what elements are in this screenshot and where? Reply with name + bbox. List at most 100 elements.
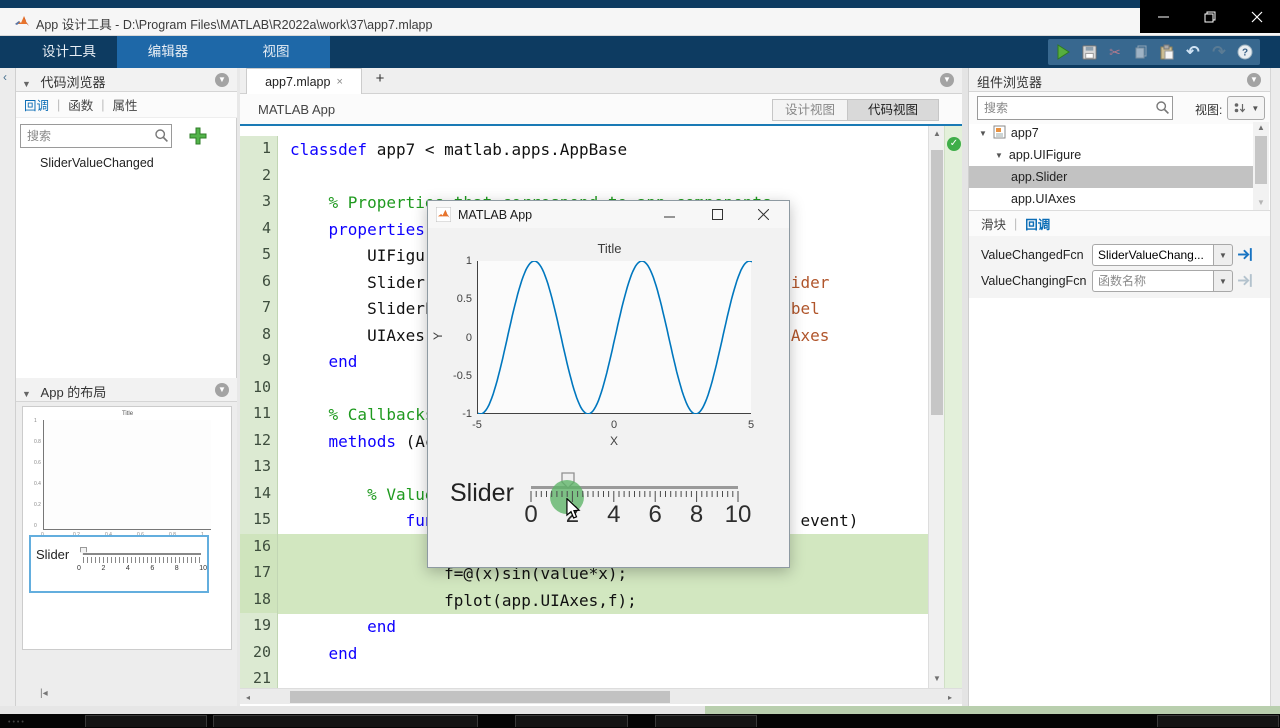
collapse-triangle-icon[interactable]: ▼ [22,389,31,399]
go-to-callback-icon[interactable] [1237,246,1255,264]
matlab-app-window[interactable]: MATLAB App Title 1 0.5 0 -0.5 -1 -5 0 5 X Y Sl… [427,200,790,568]
popup-maximize-button[interactable] [704,204,730,225]
code-line-19[interactable]: 19 end [240,613,928,640]
callback-list-item[interactable]: SliderValueChanged [40,156,154,170]
mouse-cursor-icon [566,497,581,524]
line-number: 18 [240,586,278,614]
code-line-2[interactable]: 2 [240,162,928,190]
scroll-left-icon[interactable]: ◂ [240,693,256,702]
vertical-scrollbar[interactable]: ▲ ▼ [928,126,944,688]
new-tab-button[interactable]: + [370,70,390,87]
tree-item-label: app7 [1010,126,1039,140]
panel-menu-icon[interactable]: ▼ [215,73,229,87]
os-window-controls [1140,0,1280,33]
code-browser-title: 代码浏览器 [40,75,106,90]
collapse-bottom-icon[interactable]: |◂ [40,688,48,699]
add-callback-button[interactable] [188,126,208,151]
panel-menu-icon[interactable]: ▼ [215,383,229,397]
os-restore-button[interactable] [1195,6,1225,28]
sine-curve [477,260,753,415]
chevron-down-icon[interactable]: ▼ [1213,244,1233,266]
tab-callbacks[interactable]: 回调 [1025,214,1050,233]
undo-icon[interactable]: ↶ [1182,42,1204,62]
line-number: 8 [240,321,278,349]
tree-scrollbar[interactable]: ▲ ▼ [1253,122,1269,212]
ValueChangingFcn-dropdown[interactable]: 函数名称 [1092,270,1213,292]
panel-menu-icon[interactable]: ▼ [1247,73,1261,87]
scroll-down-icon[interactable]: ▼ [929,674,945,683]
scroll-up-icon[interactable]: ▲ [929,129,945,138]
plot-axes [477,260,753,415]
ribbon-tab-view[interactable]: 视图 [240,36,312,68]
popup-close-button[interactable] [750,204,776,225]
scroll-down-icon[interactable]: ▼ [1253,198,1269,207]
ribbon-tab-designer[interactable]: 设计工具 [24,36,114,68]
line-number: 12 [240,427,278,455]
component-search-input[interactable] [977,96,1173,120]
code-browser-search-row [16,120,237,152]
code-line-20[interactable]: 20 end [240,639,928,667]
collapse-left-icon[interactable]: ‹ [3,70,7,84]
horizontal-scrollbar[interactable]: ◂ ▸ [240,688,962,704]
chevron-down-icon[interactable]: ▼ [1213,270,1233,292]
view-mode-dropdown[interactable]: ▼ [1227,96,1265,120]
tab-properties[interactable]: 属性 [113,95,138,114]
run-icon[interactable] [1052,42,1074,62]
tab-slider[interactable]: 滑块 [981,214,1006,233]
code-line-1[interactable]: 1 classdef app7 < matlab.apps.AppBase [240,136,928,163]
expander-icon[interactable]: ▼ [995,151,1003,160]
taskbar-button[interactable] [655,715,757,727]
save-icon[interactable] [1078,42,1100,62]
scroll-up-icon[interactable]: ▲ [1253,123,1269,132]
popup-minimize-button[interactable] [656,204,682,225]
copy-icon[interactable] [1130,42,1152,62]
paste-icon[interactable] [1156,42,1178,62]
go-to-callback-icon[interactable] [1237,272,1255,290]
code-analyzer-bar: ✓ [944,126,962,688]
component-detail-tabs: 滑块 | 回调 [969,210,1271,236]
collapse-triangle-icon[interactable]: ▼ [22,79,31,89]
desktop-strip [705,706,1280,714]
code-line-21[interactable]: 21 [240,666,928,688]
code-line-18[interactable]: 18 fplot(app.UIAxes,f); [240,586,928,614]
mini-slider-thumbnail[interactable]: Slider 0 2 4 6 8 10 [29,535,209,593]
os-minimize-button[interactable] [1148,6,1178,28]
taskbar-button[interactable] [85,715,207,727]
x-tick-label: -5 [472,419,482,431]
line-number: 16 [240,533,278,561]
tree-item-app7[interactable]: ▼ app7 [969,122,1253,144]
x-axis-label: X [609,434,618,448]
design-view-button[interactable]: 设计视图 [772,99,848,121]
tabstrip-menu-icon[interactable]: ▼ [940,73,954,87]
layout-thumbnail[interactable]: Title 10.80.60.40.20 00.20.40.60.81 Slid… [22,406,232,650]
search-icon [1155,100,1170,120]
scrollbar-thumb[interactable] [1255,136,1267,184]
search-input[interactable] [20,124,172,148]
scrollbar-thumb[interactable] [931,150,943,415]
ribbon-tab-editor[interactable]: 编辑器 [132,36,204,68]
tab-functions[interactable]: 函数 [68,95,93,114]
mini-slider-ticks [83,557,201,563]
tab-callbacks[interactable]: 回调 [24,95,49,114]
help-icon[interactable]: ? [1234,42,1256,62]
editor-tab-app7[interactable]: app7.mlapp × [246,68,362,94]
expander-icon[interactable]: ▼ [979,129,987,138]
os-close-button[interactable] [1242,6,1272,28]
taskbar-button[interactable] [213,715,478,727]
line-number: 1 [240,136,278,163]
redo-icon[interactable]: ↷ [1208,42,1230,62]
ValueChangedFcn-dropdown[interactable]: SliderValueChang... [1092,244,1213,266]
windows-taskbar[interactable]: •••• [0,714,1280,728]
tree-item-app-UIAxes[interactable]: app.UIAxes [969,188,1253,210]
popup-titlebar[interactable]: MATLAB App [428,201,789,228]
tree-item-app-UIFigure[interactable]: ▼ app.UIFigure [969,144,1253,166]
tree-item-app-Slider[interactable]: app.Slider [969,166,1253,188]
scroll-right-icon[interactable]: ▸ [942,693,958,702]
scrollbar-thumb[interactable] [290,691,670,703]
close-tab-icon[interactable]: × [336,76,342,88]
cut-icon[interactable]: ✂ [1104,42,1126,62]
code-view-button[interactable]: 代码视图 [847,99,939,121]
callback-properties: ValueChangedFcn SliderValueChang... ▼ Value… [969,236,1271,298]
taskbar-button[interactable] [515,715,628,727]
taskbar-button[interactable] [1157,715,1279,727]
